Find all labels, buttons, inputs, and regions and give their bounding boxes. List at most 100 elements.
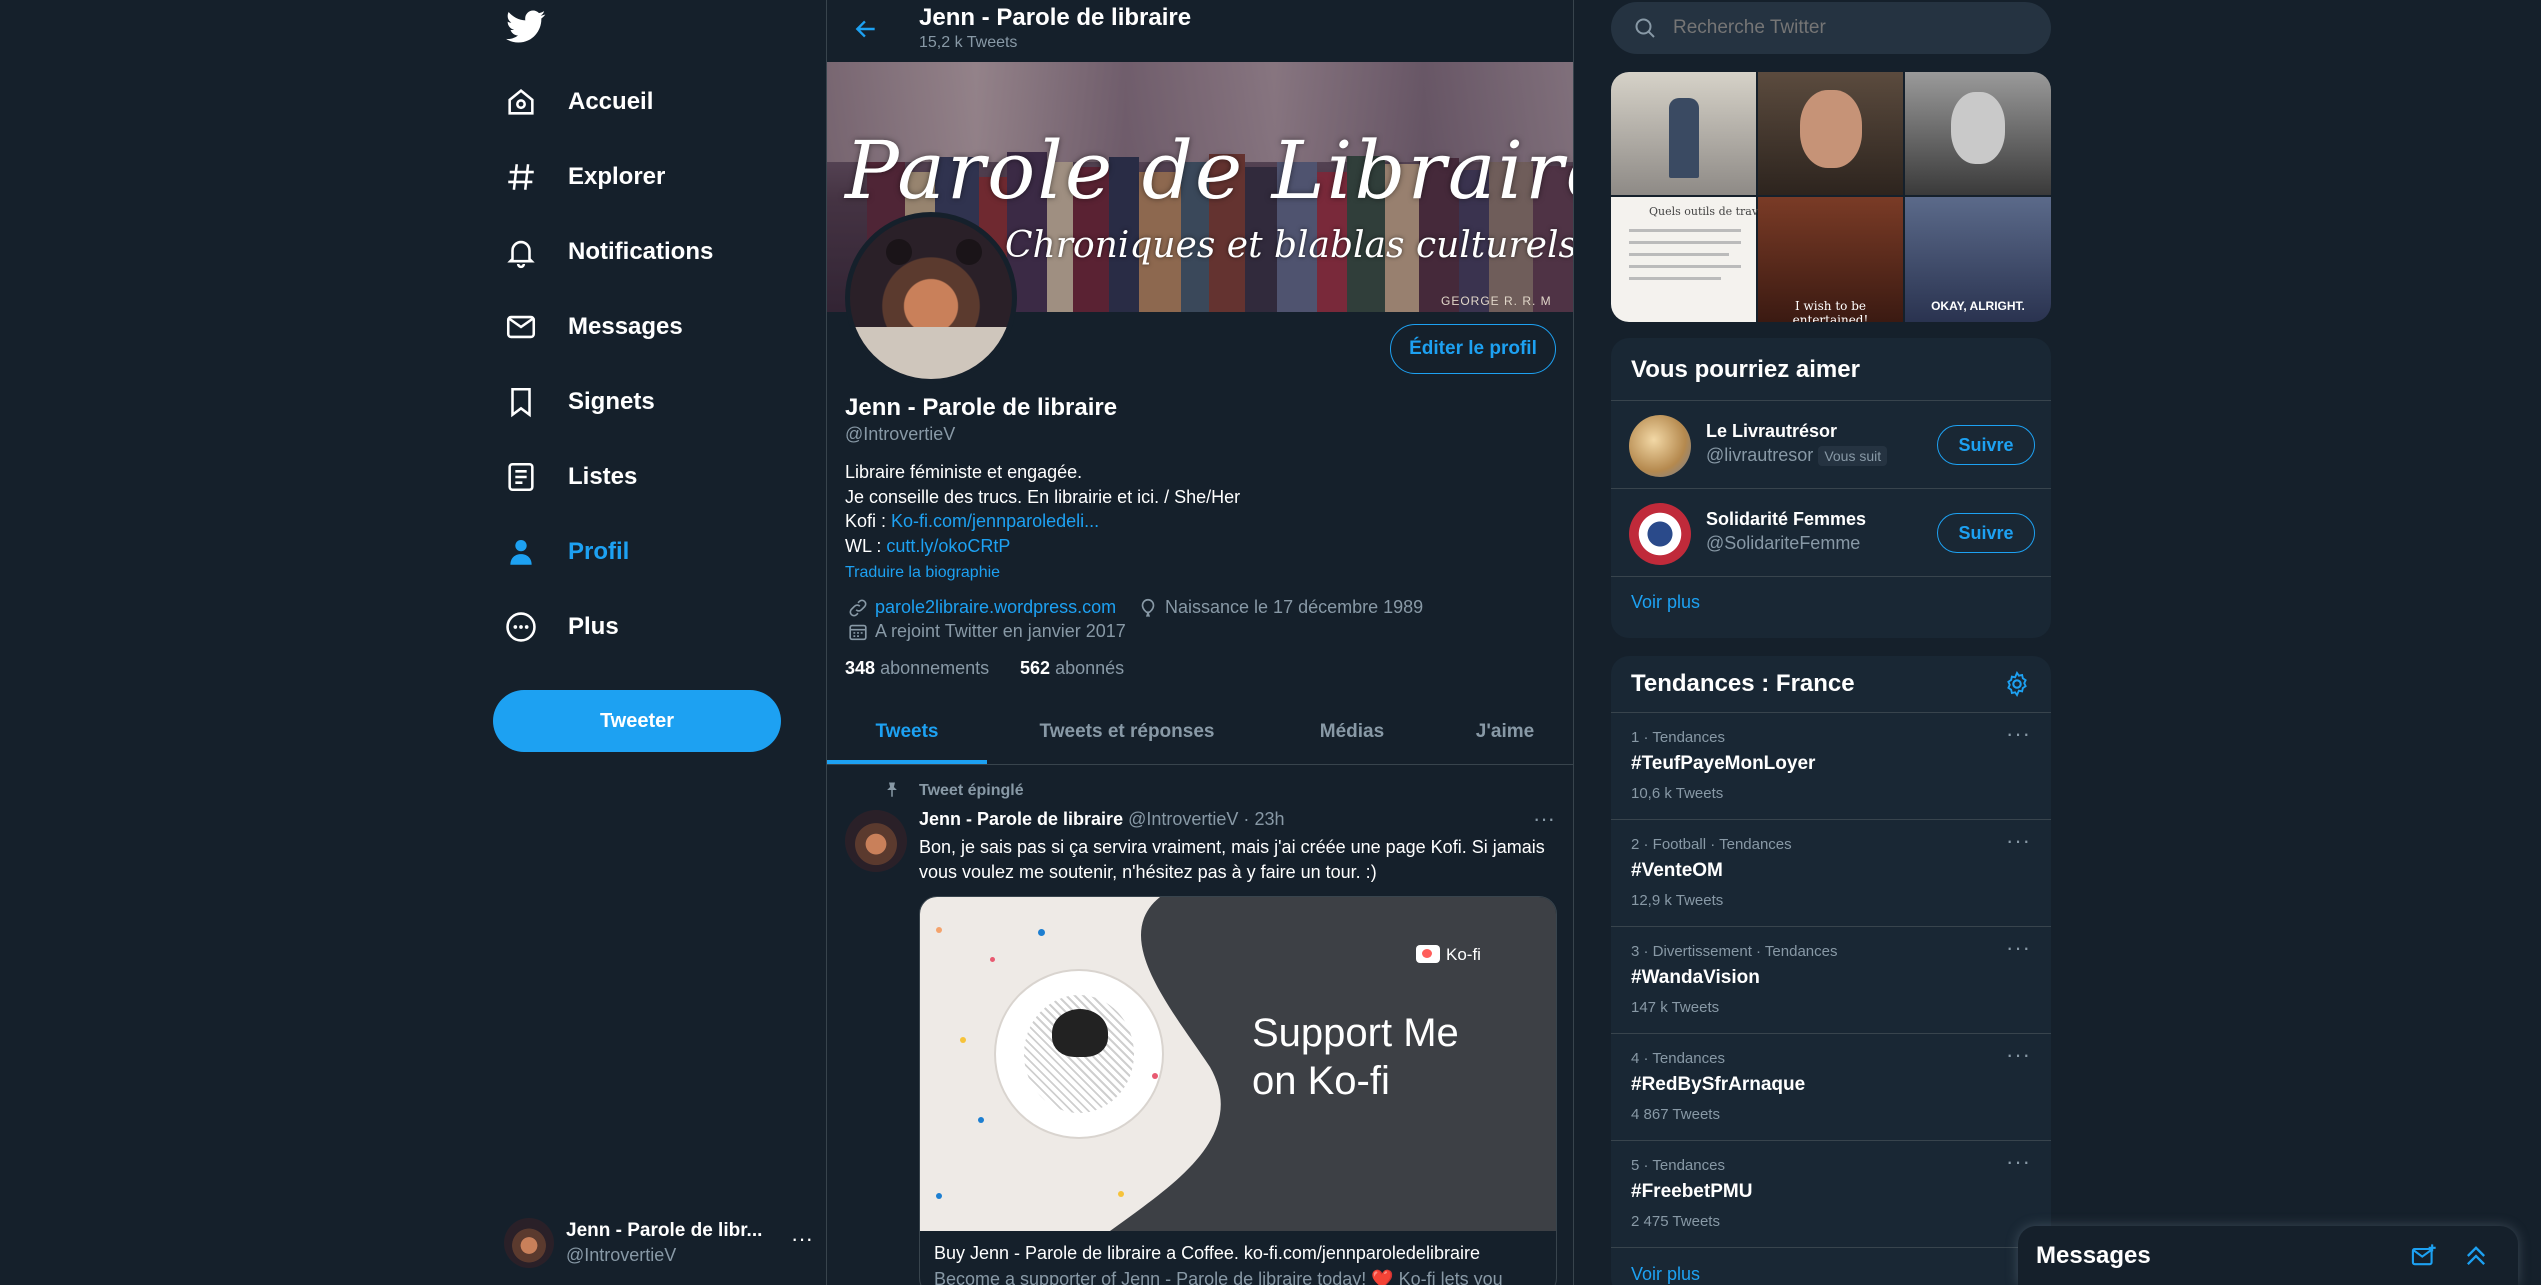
media-doc-line	[1629, 253, 1729, 256]
who-to-follow-title: Vous pourriez aimer	[1631, 356, 1860, 383]
link-icon	[847, 597, 869, 619]
nav-label: Profil	[568, 538, 630, 565]
media-thumbnail[interactable]	[1905, 72, 2051, 195]
tweet-author[interactable]: Jenn - Parole de libraire	[919, 809, 1123, 829]
search-icon	[1633, 16, 1657, 40]
nav-item-messages[interactable]: Messages	[490, 295, 683, 359]
card-headline-line: on Ko-fi	[1252, 1059, 1390, 1103]
search-input[interactable]	[1673, 10, 2033, 46]
tweet-time[interactable]: 23h	[1254, 809, 1284, 829]
avatar-ear-left	[886, 239, 912, 265]
card-image: Ko-fi Support Me on Ko-fi	[920, 897, 1556, 1231]
media-thumbnail[interactable]	[1758, 72, 1903, 195]
confetti-dot	[978, 1117, 984, 1123]
account-switcher[interactable]: Jenn - Parole de libr... @IntrovertieV ·…	[504, 1210, 814, 1274]
bio-kofi-line: Kofi : Ko-fi.com/jennparoledeli...	[845, 509, 1240, 534]
follow-button[interactable]: Suivre	[1937, 425, 2035, 465]
confetti-dot	[1038, 929, 1045, 936]
wl-link[interactable]: cutt.ly/okoCRtP	[886, 536, 1010, 556]
trend-meta: 2 · Football · Tendances	[1631, 836, 1792, 853]
follow-suggestion[interactable]: Solidarité Femmes @SolidariteFemme Suivr…	[1611, 489, 2051, 576]
tweet-header: Jenn - Parole de libraire @IntrovertieV …	[919, 809, 1284, 830]
more-dots-icon[interactable]: ···	[2006, 1149, 2031, 1175]
more-dots-icon[interactable]: ···	[2006, 828, 2031, 854]
nav-item-profile[interactable]: Profil	[490, 520, 629, 584]
list-icon	[504, 460, 538, 494]
book-spine-label: GEORGE R. R. M	[1441, 294, 1552, 308]
media-thumbnail[interactable]: OKAY, ALRIGHT.	[1905, 197, 2051, 322]
nav-item-more[interactable]: Plus	[490, 595, 619, 659]
kofi-avatar-circle	[994, 969, 1164, 1139]
card-headline: Support Me on Ko-fi	[1252, 1009, 1459, 1105]
trend-name: #TeufPayeMonLoyer	[1631, 753, 1816, 774]
nav-label: Notifications	[568, 238, 714, 265]
profile-avatar[interactable]	[845, 212, 1017, 384]
bio-line: Libraire féministe et engagée.	[845, 462, 1083, 482]
tab-tweets[interactable]: Tweets	[827, 700, 987, 764]
trend-item[interactable]: 2 · Football · Tendances #VenteOM 12,9 k…	[1611, 820, 2051, 926]
tab-media[interactable]: Médias	[1267, 700, 1437, 764]
kofi-link[interactable]: Ko-fi.com/jennparoledeli...	[891, 511, 1099, 531]
nav-item-lists[interactable]: Listes	[490, 445, 637, 509]
tweet-button[interactable]: Tweeter	[493, 690, 781, 752]
tweet-more-icon[interactable]: ···	[1533, 806, 1555, 832]
tab-likes[interactable]: J'aime	[1437, 700, 1573, 764]
trend-item[interactable]: 5 · Tendances #FreebetPMU 2 475 Tweets ·…	[1611, 1141, 2051, 1247]
trend-meta: 4 · Tendances	[1631, 1050, 1725, 1067]
trends-title: Tendances : France	[1631, 670, 1855, 697]
trends-panel: Tendances : France 1 · Tendances #TeufPa…	[1611, 656, 2051, 1285]
twitter-logo-icon[interactable]	[506, 10, 546, 44]
chevron-up-icon[interactable]	[2462, 1242, 2490, 1270]
tab-tweets-and-replies[interactable]: Tweets et réponses	[987, 700, 1267, 764]
back-arrow-icon[interactable]	[853, 16, 879, 42]
translate-bio-link[interactable]: Traduire la biographie	[845, 564, 1000, 582]
search-box[interactable]	[1611, 2, 2051, 54]
tweet-text-line: vous voulez me soutenir, n'hésitez pas à…	[919, 861, 1377, 882]
more-dots-icon[interactable]: ···	[2006, 1042, 2031, 1068]
show-more-link[interactable]: Voir plus	[1631, 592, 1700, 613]
balloon-icon	[1137, 597, 1159, 619]
link-card[interactable]: Ko-fi Support Me on Ko-fi Buy Jenn - Par…	[919, 896, 1557, 1285]
followers-label: abonnés	[1055, 658, 1125, 678]
show-more-link[interactable]: Voir plus	[1631, 1264, 1700, 1285]
followers-count: 562	[1020, 658, 1051, 678]
following-count: 348	[845, 658, 876, 678]
calendar-icon	[847, 621, 869, 643]
nav-item-explore[interactable]: Explorer	[490, 145, 665, 209]
following-label: abonnements	[880, 658, 990, 678]
media-thumbnail[interactable]: Quels outils de travail	[1611, 197, 1772, 322]
media-doc-line	[1629, 265, 1741, 268]
following-stat[interactable]: 348 abonnements	[845, 658, 989, 679]
tweet-avatar[interactable]	[845, 810, 907, 872]
pinned-tweet[interactable]: Tweet épinglé Jenn - Parole de libraire …	[827, 770, 1573, 1285]
follow-button[interactable]: Suivre	[1937, 513, 2035, 553]
nav-label: Messages	[568, 313, 683, 340]
media-thumbnail[interactable]: I wish to be entertained!	[1758, 197, 1903, 322]
new-message-icon[interactable]	[2410, 1242, 2438, 1270]
nav-item-notifications[interactable]: Notifications	[490, 220, 713, 284]
more-dots-icon[interactable]: ···	[2006, 721, 2031, 747]
tweet-text: Bon, je sais pas si ça servira vraiment,…	[919, 835, 1559, 884]
followers-stat[interactable]: 562 abonnés	[1020, 658, 1124, 679]
bell-icon	[504, 235, 538, 269]
messages-drawer[interactable]: Messages	[2018, 1226, 2518, 1285]
suggestion-handle: @livrautresor	[1706, 445, 1814, 465]
follow-suggestion[interactable]: Le Livrautrésor @livrautresor Vous suit …	[1611, 401, 2051, 488]
trend-item[interactable]: 3 · Divertissement · Tendances #WandaVis…	[1611, 927, 2051, 1033]
more-circle-icon	[504, 610, 538, 644]
account-name: Jenn - Parole de libr...	[566, 1220, 763, 1241]
trend-item[interactable]: 1 · Tendances #TeufPayeMonLoyer 10,6 k T…	[1611, 713, 2051, 819]
trend-item[interactable]: 4 · Tendances #RedBySfrArnaque 4 867 Twe…	[1611, 1034, 2051, 1140]
edit-profile-button[interactable]: Éditer le profil	[1390, 324, 1556, 374]
more-dots-icon[interactable]: ···	[2006, 935, 2031, 961]
settings-gear-icon[interactable]	[2003, 670, 2031, 698]
card-description: Become a supporter of Jenn - Parole de l…	[934, 1269, 1503, 1285]
nav-item-home[interactable]: Accueil	[490, 70, 653, 134]
nav-label: Listes	[568, 463, 638, 490]
media-figure	[1669, 98, 1699, 178]
nav-item-bookmarks[interactable]: Signets	[490, 370, 655, 434]
nav-label: Accueil	[568, 88, 654, 115]
website-link[interactable]: parole2libraire.wordpress.com	[875, 597, 1116, 618]
profile-handle: @IntrovertieV	[845, 424, 956, 444]
media-thumbnail[interactable]	[1611, 72, 1756, 195]
